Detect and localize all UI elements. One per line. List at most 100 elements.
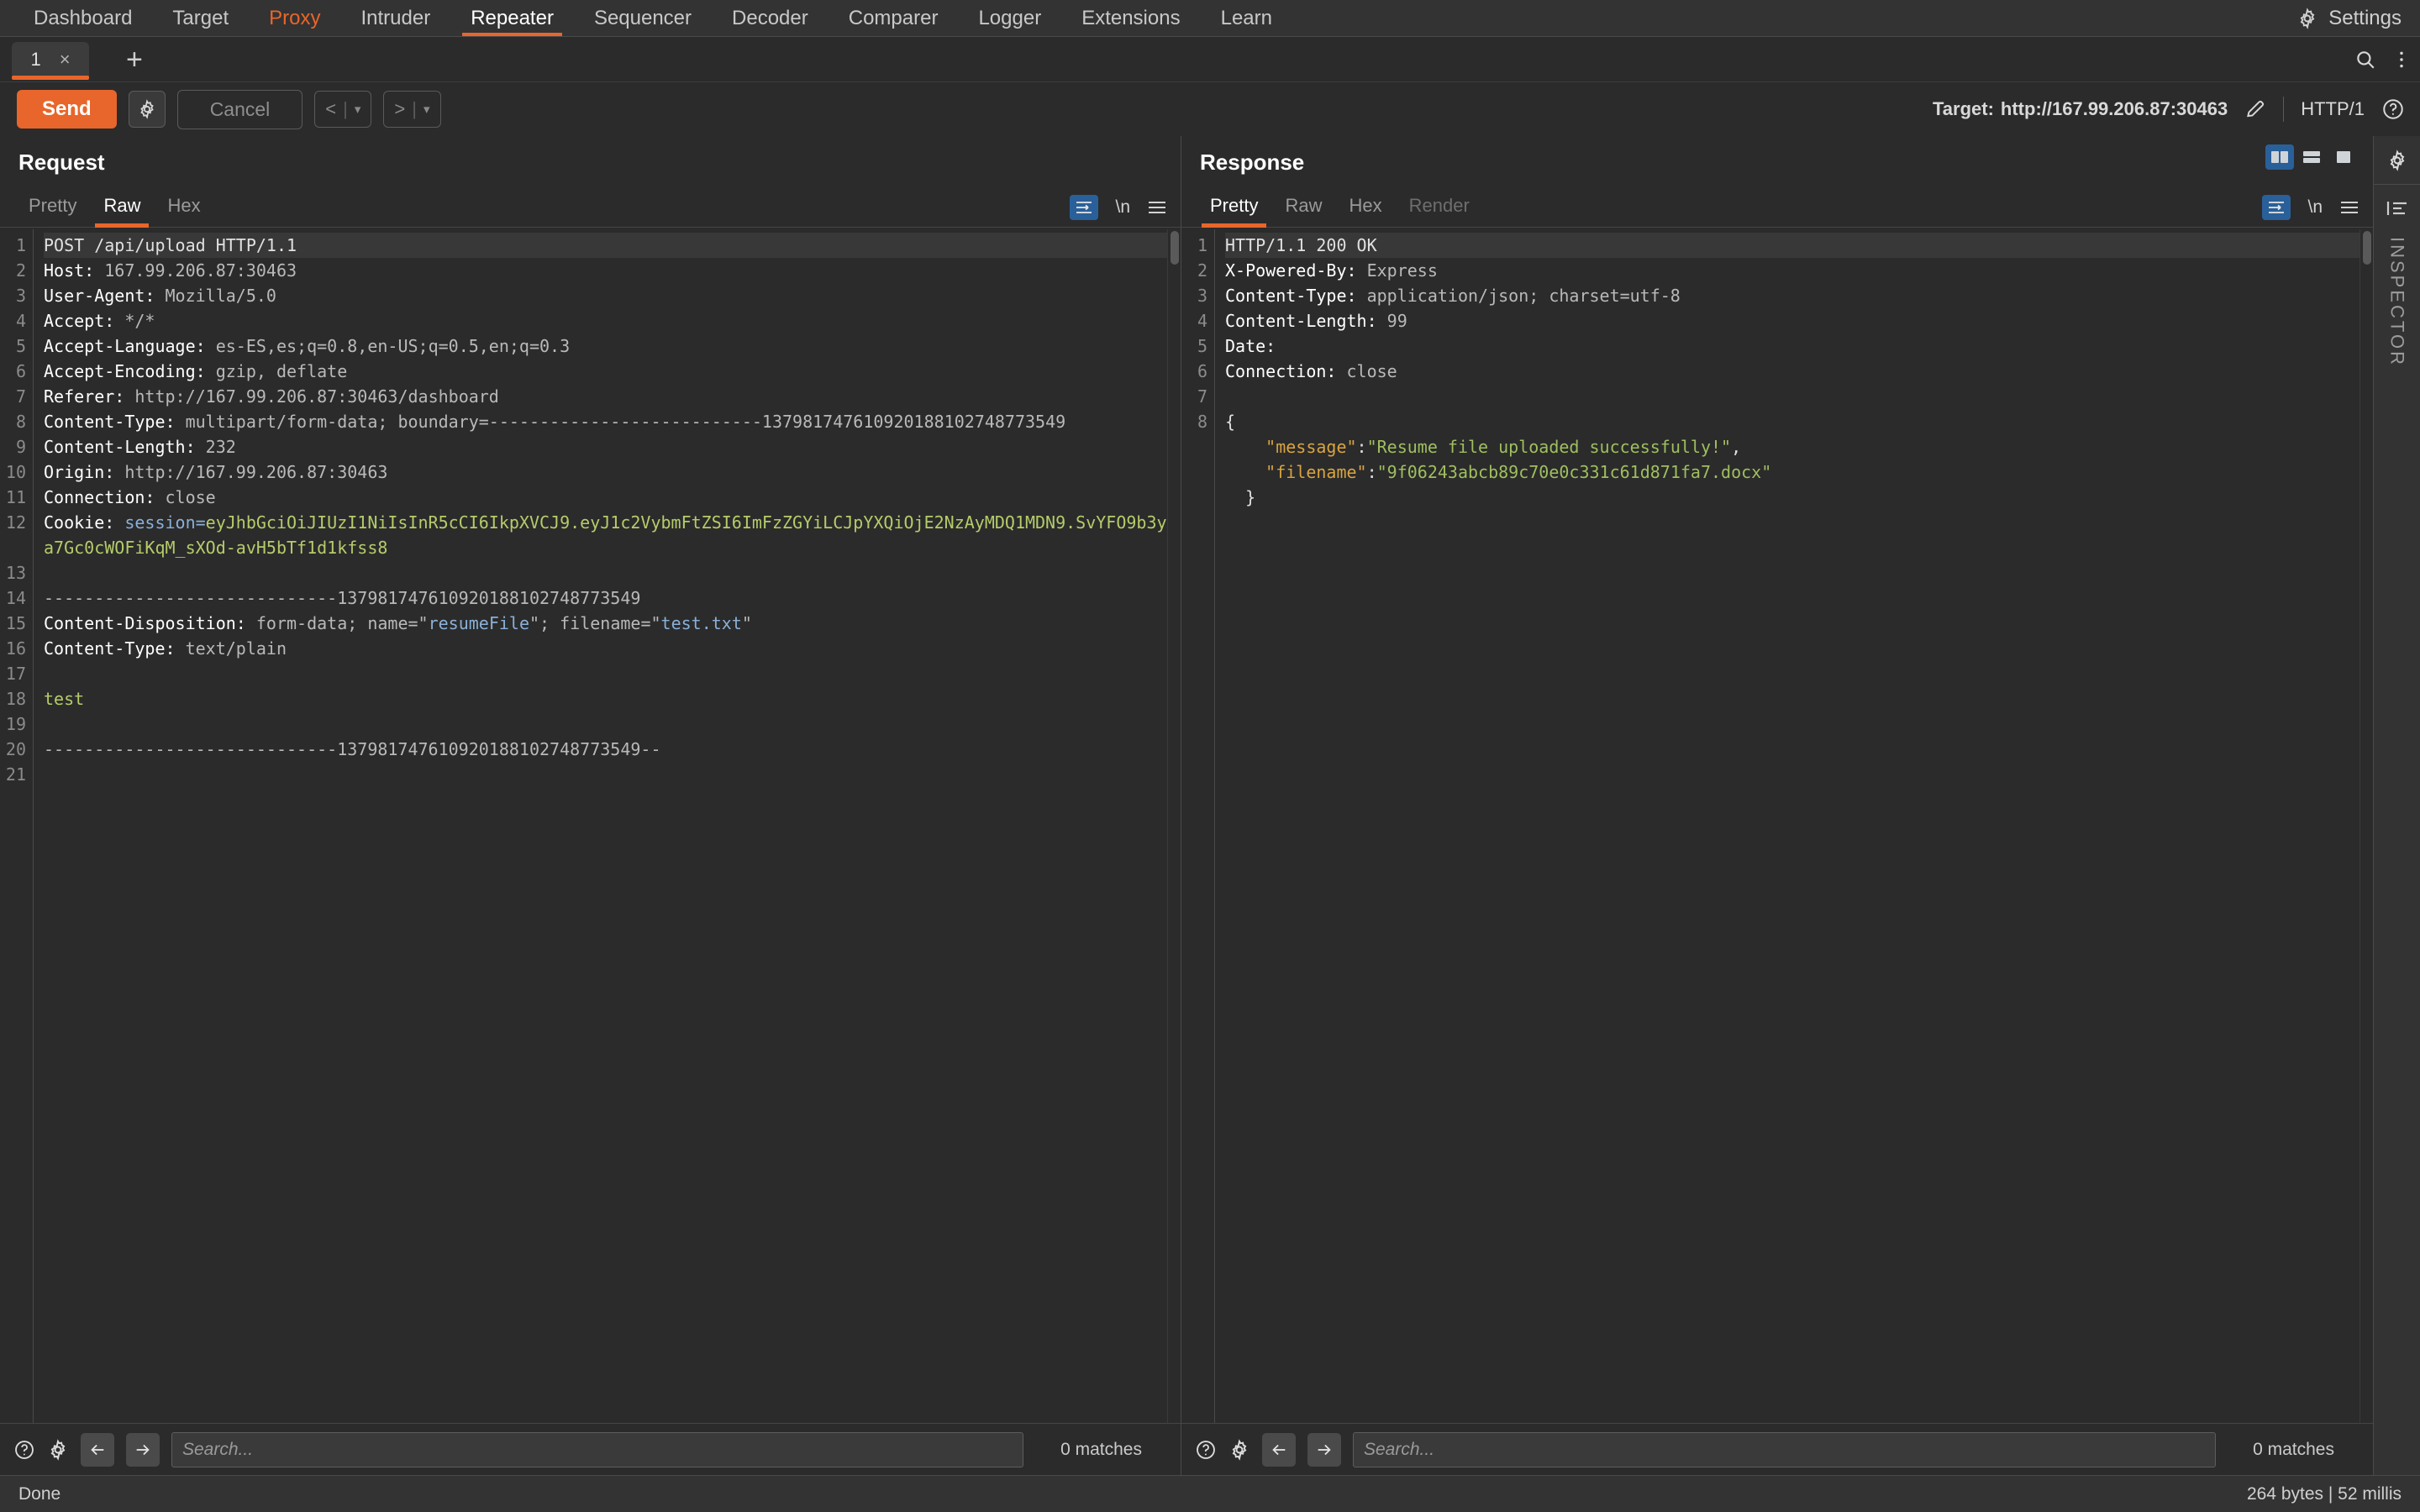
rail-settings-button[interactable] (2374, 136, 2420, 185)
tab-pretty[interactable]: Pretty (15, 195, 90, 227)
nav-item-proxy[interactable]: Proxy (249, 0, 340, 36)
search-prev-button[interactable] (1262, 1432, 1296, 1467)
scroll-thumb[interactable] (1171, 231, 1179, 265)
target-area: Target: http://167.99.206.87:30463 HTTP/… (1933, 97, 2405, 122)
show-newlines-button[interactable]: \n (2307, 197, 2323, 218)
response-search-input[interactable]: Search... (1353, 1431, 2217, 1467)
gear-icon[interactable] (1228, 1438, 1250, 1461)
search-prev-button[interactable] (81, 1432, 114, 1467)
send-button[interactable]: Send (17, 89, 117, 129)
request-menu-icon[interactable] (1147, 200, 1167, 215)
help-icon[interactable] (2381, 97, 2405, 121)
nav-item-extensions[interactable]: Extensions (1061, 0, 1200, 36)
layout-stacked-button[interactable] (2297, 144, 2326, 170)
response-menu-icon[interactable] (2339, 200, 2360, 215)
send-options-button[interactable] (128, 91, 166, 128)
search-next-button[interactable] (126, 1432, 160, 1467)
code-line: POST /api/upload HTTP/1.1 (44, 233, 1167, 258)
tab-render: Render (1408, 195, 1470, 216)
main-navigation-bar: Dashboard Target Proxy Intruder Repeater Sequ… (0, 0, 2420, 37)
word-wrap-toggle[interactable] (2262, 195, 2291, 220)
close-icon[interactable]: × (60, 49, 71, 71)
code-span: X-Powered-By: (1225, 260, 1367, 281)
search-icon[interactable] (2354, 49, 2376, 71)
nav-item-learn[interactable]: Learn (1201, 0, 1292, 36)
history-forward-button[interactable]: > | ▾ (383, 91, 441, 128)
layout-single-button[interactable] (2329, 144, 2358, 170)
code-line: { (1225, 409, 2360, 434)
nav-item-sequencer[interactable]: Sequencer (574, 0, 712, 36)
response-title: Response (1200, 150, 1305, 175)
line-number: 3 (15, 286, 26, 306)
line-number: 15 (5, 613, 26, 633)
back-arrow-label: < (325, 98, 337, 119)
code-span: multipart/form-data; boundary=----------… (185, 412, 1066, 432)
code-line: X-Powered-By: Express (1225, 258, 2360, 283)
response-view-tabs: Pretty Raw Hex Render \n (1181, 182, 2373, 228)
cancel-button[interactable]: Cancel (176, 89, 303, 129)
line-number (1181, 459, 1207, 485)
request-code[interactable]: POST /api/upload HTTP/1.1 Host: 167.99.20… (34, 229, 1167, 1423)
code-span: Content-Type: (44, 638, 186, 659)
nav-item-dashboard[interactable]: Dashboard (13, 0, 152, 36)
code-line: Connection: close (44, 485, 1167, 510)
line-number: 17 (5, 664, 26, 684)
request-scrollbar[interactable] (1167, 229, 1181, 1423)
code-line: HTTP/1.1 200 OK (1225, 233, 2360, 258)
word-wrap-toggle[interactable] (1070, 195, 1099, 220)
http-version-label[interactable]: HTTP/1 (2301, 98, 2365, 120)
edit-pencil-icon[interactable] (2244, 98, 2266, 120)
code-span: 232 (205, 437, 236, 457)
overflow-menu-icon[interactable] (2398, 49, 2405, 71)
tab-hex[interactable]: Hex (1335, 195, 1395, 227)
tab-hex[interactable]: Hex (154, 195, 213, 227)
code-span: Content-Type: (44, 412, 186, 432)
search-next-button[interactable] (1307, 1432, 1341, 1467)
response-editor[interactable]: 1 2 3 4 5 6 7 8 HTTP/1.1 200 OK X-Powered-By: Ex… (1181, 228, 2373, 1423)
nav-item-decoder[interactable]: Decoder (712, 0, 829, 36)
history-back-button[interactable]: < | ▾ (314, 91, 372, 128)
chevron-down-icon: ▾ (423, 102, 430, 117)
tab-raw[interactable]: Raw (90, 195, 154, 228)
code-span: Cookie: (44, 512, 125, 533)
code-span: text/plain (185, 638, 287, 659)
tab-pretty[interactable]: Pretty (1197, 195, 1271, 228)
nav-item-target[interactable]: Target (152, 0, 249, 36)
add-tab-button[interactable]: + (118, 45, 151, 74)
inspector-panel-icon[interactable] (2386, 185, 2408, 225)
tab-raw[interactable]: Raw (1271, 195, 1335, 227)
show-newlines-button[interactable]: \n (1115, 197, 1130, 218)
help-icon[interactable] (1195, 1439, 1217, 1461)
code-span: 99 (1386, 311, 1407, 331)
settings-button[interactable]: Settings (2296, 0, 2402, 36)
gear-icon[interactable] (47, 1438, 69, 1461)
code-line: Content-Length: 232 (44, 434, 1167, 459)
nav-item-logger[interactable]: Logger (958, 0, 1061, 36)
nav-item-comparer[interactable]: Comparer (829, 0, 959, 36)
scroll-thumb[interactable] (2363, 231, 2371, 265)
layout-side-by-side-button[interactable] (2265, 144, 2294, 170)
response-scrollbar[interactable] (2360, 229, 2373, 1423)
response-metrics: 264 bytes | 52 millis (2246, 1483, 2402, 1504)
layout-toggle-group (2265, 144, 2358, 170)
code-line: "filename":"9f06243abcb89c70e0c331c61d87… (1225, 459, 2360, 485)
request-view-tabs: Pretty Raw Hex \n (0, 182, 1181, 228)
divider: | (343, 98, 348, 119)
nav-item-repeater[interactable]: Repeater (450, 0, 574, 36)
inspector-rail: INSPECTOR (2373, 136, 2420, 1475)
line-number: 6 (15, 361, 26, 381)
request-editor[interactable]: 1 2 3 4 5 6 7 8 9 10 11 12 13 14 15 16 17 18 19 20 21 POST /… (0, 228, 1181, 1423)
request-tab-actions: \n (1070, 195, 1167, 220)
inspector-label[interactable]: INSPECTOR (2386, 237, 2408, 367)
chevron-down-icon: ▾ (354, 102, 361, 117)
line-number: 14 (5, 588, 26, 608)
help-icon[interactable] (13, 1439, 35, 1461)
response-match-count: 0 matches (2253, 1439, 2334, 1459)
response-code[interactable]: HTTP/1.1 200 OK X-Powered-By: Express Cont… (1215, 229, 2360, 1423)
nav-item-intruder[interactable]: Intruder (340, 0, 450, 36)
repeater-tab-1[interactable]: 1 × (12, 41, 89, 80)
request-search-input[interactable]: Search... (171, 1431, 1024, 1467)
line-number: 4 (15, 311, 26, 331)
